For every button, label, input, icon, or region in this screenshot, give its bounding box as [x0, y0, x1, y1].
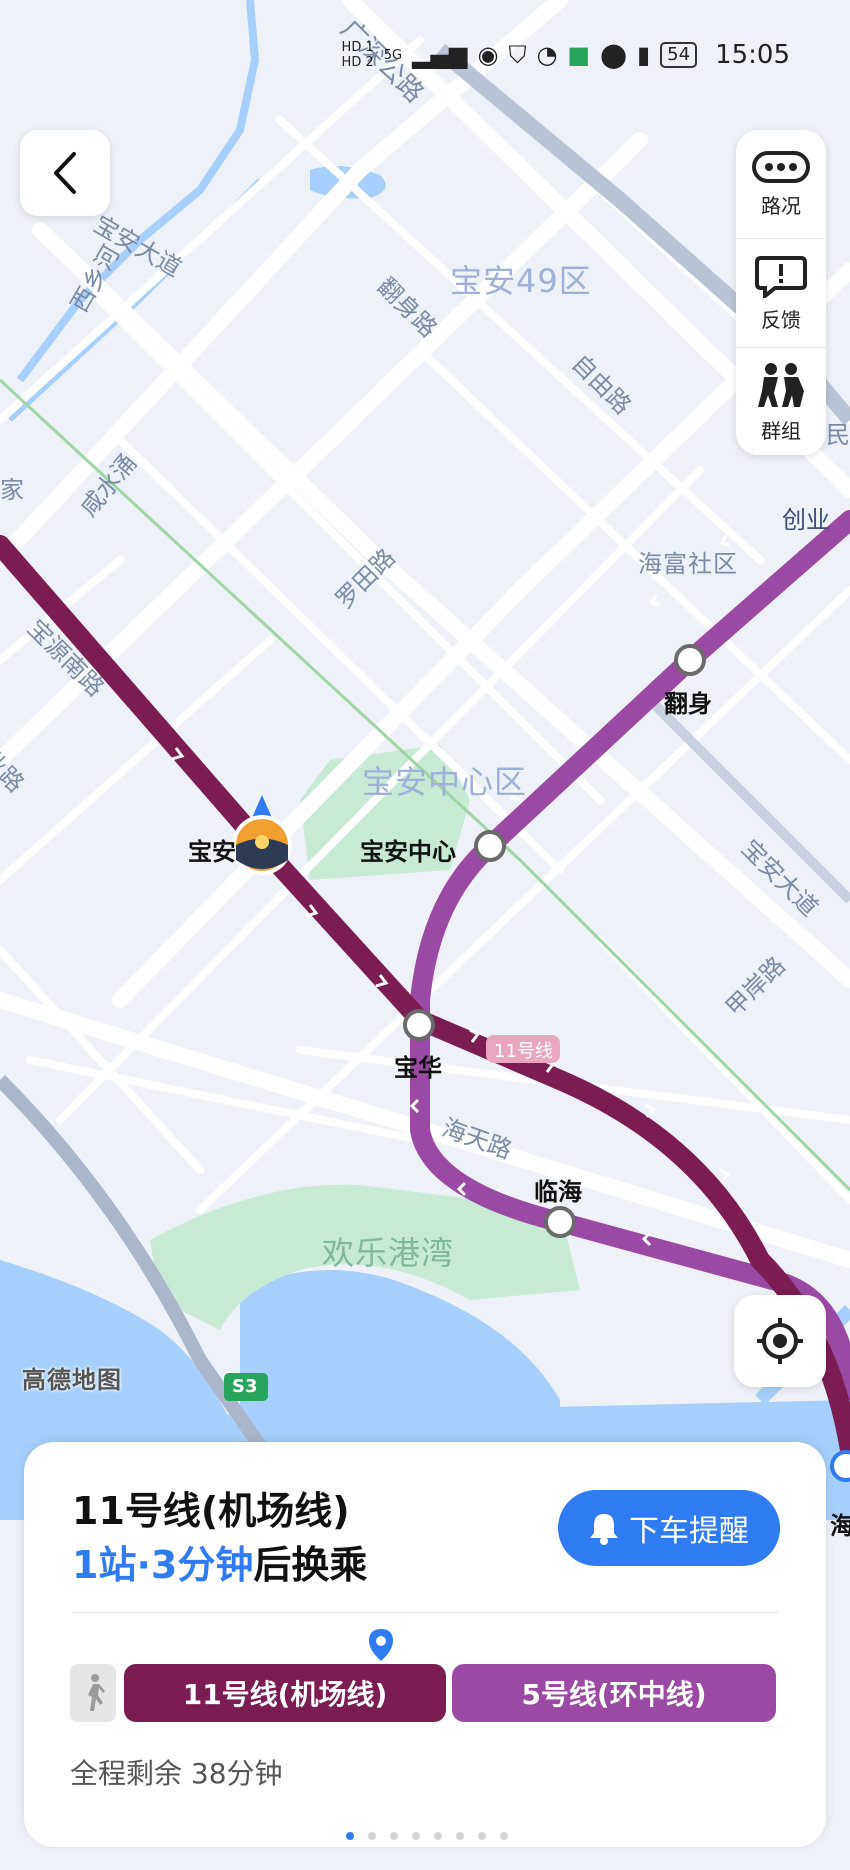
station-label-fanshen[interactable]: 翻身 — [664, 684, 712, 719]
back-button[interactable] — [20, 130, 110, 216]
station-label-baoan[interactable]: 宝安 — [188, 832, 236, 867]
map-tools-panel: 路况 反馈 群组 — [736, 130, 826, 455]
bell-icon — [590, 1514, 618, 1545]
page-dot[interactable] — [412, 1832, 420, 1840]
feedback-icon — [755, 255, 807, 298]
feedback-button[interactable]: 反馈 — [736, 238, 826, 347]
group-button[interactable]: 群组 — [736, 347, 826, 456]
traffic-label: 路况 — [761, 193, 801, 218]
station-label-baohua[interactable]: 宝华 — [394, 1048, 442, 1083]
transfer-suffix: 后换乘 — [253, 1543, 368, 1587]
walk-segment — [70, 1664, 116, 1722]
page-dot[interactable] — [478, 1832, 486, 1840]
privacy-icon: ⛉ — [508, 41, 527, 69]
alight-reminder-label: 下车提醒 — [629, 1514, 749, 1549]
location-icon: ⬤ — [600, 41, 627, 69]
current-position-pin-icon — [369, 1629, 393, 1661]
district-label: 宝安49区 — [450, 262, 592, 300]
line-tag: 11号线 — [494, 1041, 553, 1062]
app-icon: ■ — [567, 41, 591, 69]
district-label: 宝安中心区 — [362, 763, 528, 801]
chat-icon: ◔ — [536, 41, 558, 69]
station-label-baoan-center[interactable]: 宝安中心 — [360, 832, 456, 867]
group-label: 群组 — [761, 418, 801, 443]
road-label: 民 — [826, 421, 850, 449]
road-label: 创业 — [782, 506, 830, 534]
page-dot[interactable] — [390, 1832, 398, 1840]
current-line-title: 11号线(机场线) — [72, 1489, 350, 1533]
traffic-button[interactable]: 路况 — [736, 130, 826, 238]
status-bar: HD 1 HD 2 5G ▂▄▆ ◉ ⛉ ◔ ■ ⬤ ▮ 54 15:05 — [342, 40, 790, 70]
station-label-edge[interactable]: 海 — [830, 1506, 850, 1541]
page-dot[interactable] — [346, 1832, 354, 1840]
card-divider — [72, 1612, 778, 1613]
district-label: 欢乐港湾 — [322, 1234, 455, 1272]
page-dot[interactable] — [368, 1832, 376, 1840]
page-indicator — [346, 1832, 508, 1840]
hd2-badge: HD 2 — [341, 55, 374, 70]
hd1-badge: HD 1 — [341, 40, 374, 55]
group-icon — [758, 362, 804, 407]
road-label: 家 — [0, 476, 24, 504]
remaining-time: 全程剩余 38分钟 — [70, 1757, 283, 1790]
crosshair-icon — [757, 1318, 803, 1364]
hd-badges: HD 1 HD 2 — [342, 40, 374, 70]
segment-line11[interactable]: 11号线(机场线) — [124, 1664, 446, 1722]
chevron-left-icon — [54, 152, 76, 194]
alight-reminder-button[interactable]: 下车提醒 — [558, 1490, 780, 1566]
walk-icon — [88, 1674, 105, 1711]
highway-shield: S3 — [232, 1376, 258, 1397]
page-dot[interactable] — [500, 1832, 508, 1840]
district-label: 海富社区 — [638, 550, 738, 578]
signal-icon: ▂▄▆ — [412, 41, 468, 69]
clock: 15:05 — [715, 40, 790, 70]
segment-line5[interactable]: 5号线(环中线) — [452, 1664, 776, 1722]
feedback-label: 反馈 — [761, 307, 801, 332]
route-card: 11号线(机场线) 1站·3分钟后换乘 下车提醒 11号线(机场线) 5号线(环… — [24, 1442, 826, 1847]
transfer-highlight: 1站·3分钟 — [72, 1543, 254, 1587]
net-type: 5G — [383, 47, 403, 63]
page-dot[interactable] — [434, 1832, 442, 1840]
locate-button[interactable] — [734, 1295, 826, 1387]
transfer-info: 1站·3分钟后换乘 — [72, 1534, 367, 1589]
battery-icon: 54 — [660, 42, 698, 68]
amap-logo: 高德地图 — [22, 1366, 122, 1394]
hotspot-icon: ◉ — [477, 41, 499, 69]
traffic-icon — [752, 150, 810, 183]
station-label-linhai[interactable]: 临海 — [534, 1172, 582, 1207]
page-dot[interactable] — [456, 1832, 464, 1840]
mic-icon: ▮ — [636, 41, 651, 69]
